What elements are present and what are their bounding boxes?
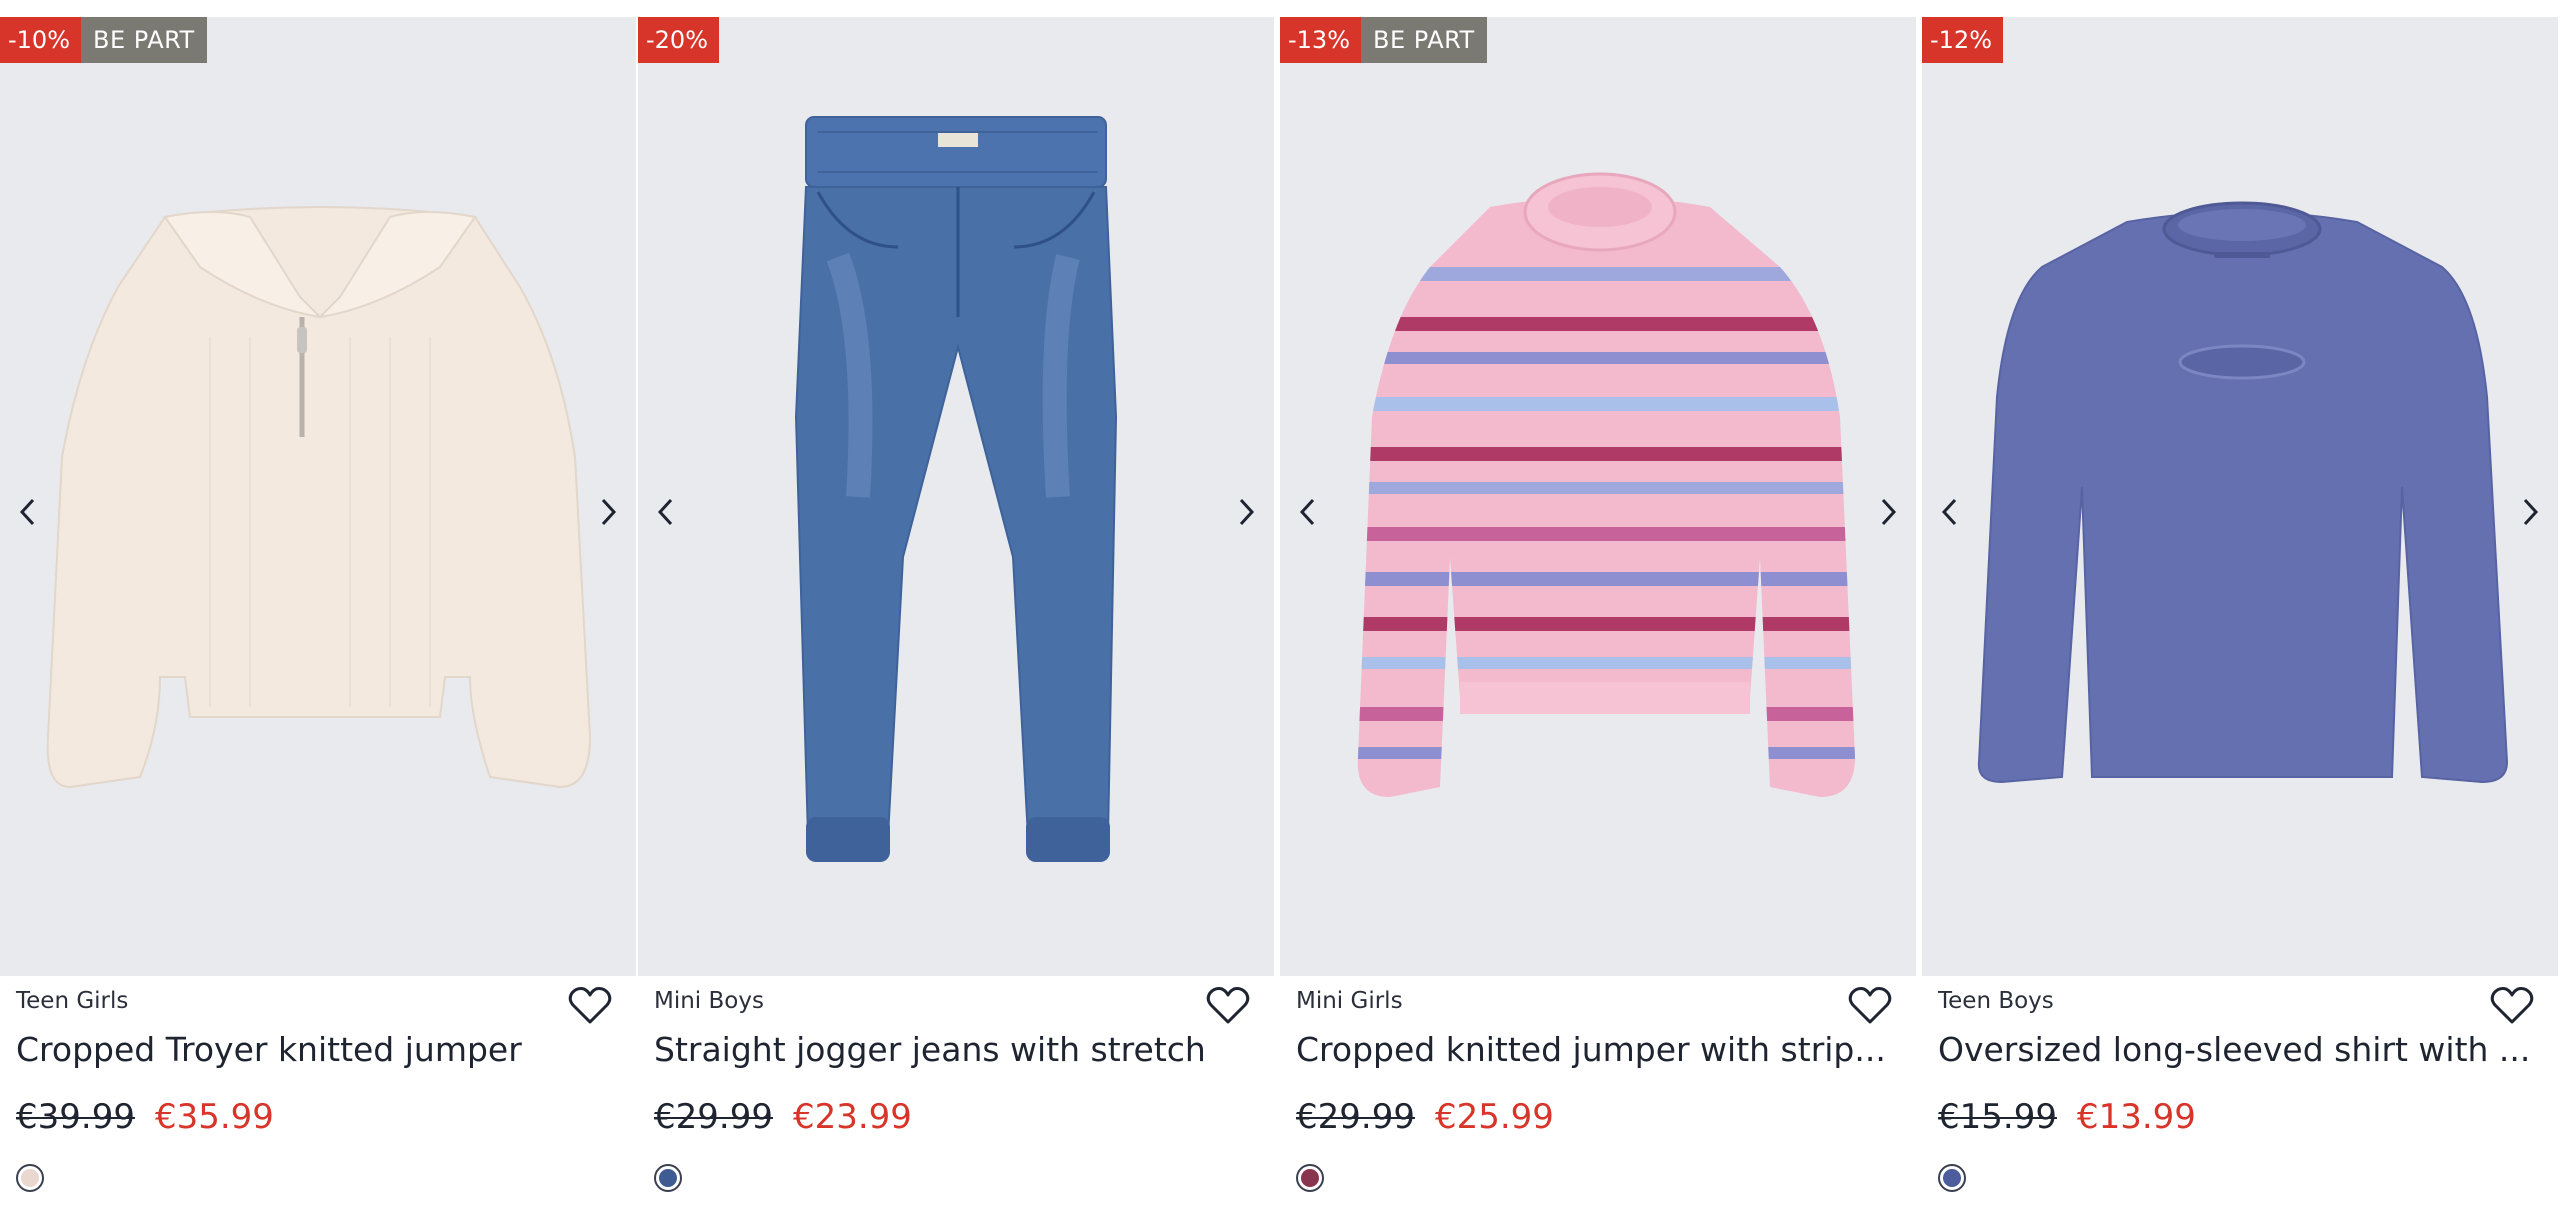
- wishlist-button[interactable]: [568, 986, 612, 1026]
- chevron-left-icon: [657, 498, 673, 526]
- product-category: Teen Girls: [16, 988, 129, 1014]
- product-image-jogger-jeans[interactable]: [638, 17, 1274, 976]
- prev-image-button[interactable]: [646, 492, 686, 532]
- prev-image-button[interactable]: [1288, 492, 1328, 532]
- badge-group: -13% BE PART: [1280, 17, 1487, 63]
- prev-image-button[interactable]: [1930, 492, 1970, 532]
- original-price: €29.99: [654, 1097, 773, 1137]
- product-title[interactable]: Oversized long-sleeved shirt with ...: [1938, 1030, 2538, 1069]
- product-card[interactable]: -10% BE PART Teen Girls Cropped Troyer k…: [0, 0, 636, 1209]
- price-group: €15.99 €13.99: [1938, 1097, 2196, 1137]
- heart-outline-icon: [1206, 987, 1250, 1024]
- be-part-badge: BE PART: [81, 17, 207, 63]
- prev-image-button[interactable]: [8, 492, 48, 532]
- next-image-button[interactable]: [588, 492, 628, 532]
- color-swatch[interactable]: [1296, 1164, 1324, 1192]
- chevron-right-icon: [601, 498, 617, 526]
- color-swatch[interactable]: [1938, 1164, 1966, 1192]
- sale-price: €23.99: [792, 1097, 912, 1137]
- heart-outline-icon: [568, 987, 612, 1024]
- product-image-long-sleeved-shirt[interactable]: [1922, 17, 2558, 976]
- swatch-dot: [1943, 1169, 1961, 1187]
- next-image-button[interactable]: [1226, 492, 1266, 532]
- badge-group: -12%: [1922, 17, 2004, 63]
- original-price: €29.99: [1296, 1097, 1415, 1137]
- next-image-button[interactable]: [1868, 492, 1908, 532]
- chevron-left-icon: [19, 498, 35, 526]
- chevron-left-icon: [1299, 498, 1315, 526]
- product-card[interactable]: -20% Mini Boys Straight jogger jeans wit…: [638, 0, 1274, 1209]
- color-swatch[interactable]: [16, 1164, 44, 1192]
- next-image-button[interactable]: [2510, 492, 2550, 532]
- wishlist-button[interactable]: [1206, 986, 1250, 1026]
- sale-price: €25.99: [1434, 1097, 1554, 1137]
- sale-price: €13.99: [2076, 1097, 2196, 1137]
- discount-badge: -12%: [1922, 17, 2004, 63]
- original-price: €15.99: [1938, 1097, 2057, 1137]
- color-swatch[interactable]: [654, 1164, 682, 1192]
- chevron-right-icon: [2523, 498, 2539, 526]
- wishlist-button[interactable]: [2490, 986, 2534, 1026]
- badge-group: -20%: [638, 17, 720, 63]
- original-price: €39.99: [16, 1097, 135, 1137]
- discount-badge: -13%: [1280, 17, 1362, 63]
- product-card[interactable]: -12% Teen Boys Oversized long-sleeved sh…: [1922, 0, 2558, 1209]
- heart-outline-icon: [2490, 987, 2534, 1024]
- product-image-area[interactable]: -10% BE PART: [0, 17, 636, 976]
- badge-group: -10% BE PART: [0, 17, 207, 63]
- product-image-striped-knitted-jumper[interactable]: [1280, 17, 1916, 976]
- be-part-badge: BE PART: [1361, 17, 1487, 63]
- product-category: Mini Girls: [1296, 988, 1403, 1014]
- discount-badge: -10%: [0, 17, 82, 63]
- heart-outline-icon: [1848, 987, 1892, 1024]
- product-category: Teen Boys: [1938, 988, 2054, 1014]
- chevron-right-icon: [1881, 498, 1897, 526]
- price-group: €29.99 €23.99: [654, 1097, 912, 1137]
- sale-price: €35.99: [154, 1097, 274, 1137]
- product-image-area[interactable]: -20%: [638, 17, 1274, 976]
- price-group: €39.99 €35.99: [16, 1097, 274, 1137]
- price-group: €29.99 €25.99: [1296, 1097, 1554, 1137]
- product-grid: -10% BE PART Teen Girls Cropped Troyer k…: [0, 0, 2560, 1209]
- product-title[interactable]: Cropped Troyer knitted jumper: [16, 1030, 616, 1069]
- product-image-cropped-troyer-jumper[interactable]: [0, 17, 636, 976]
- swatch-dot: [21, 1169, 39, 1187]
- swatch-dot: [1301, 1169, 1319, 1187]
- product-title[interactable]: Cropped knitted jumper with strip...: [1296, 1030, 1896, 1069]
- product-category: Mini Boys: [654, 988, 764, 1014]
- swatch-dot: [659, 1169, 677, 1187]
- product-image-area[interactable]: -13% BE PART: [1280, 17, 1916, 976]
- chevron-left-icon: [1941, 498, 1957, 526]
- chevron-right-icon: [1239, 498, 1255, 526]
- product-card[interactable]: -13% BE PART Mini Girls Cropped knitted …: [1280, 0, 1916, 1209]
- discount-badge: -20%: [638, 17, 720, 63]
- product-image-area[interactable]: -12%: [1922, 17, 2558, 976]
- product-title[interactable]: Straight jogger jeans with stretch: [654, 1030, 1254, 1069]
- wishlist-button[interactable]: [1848, 986, 1892, 1026]
